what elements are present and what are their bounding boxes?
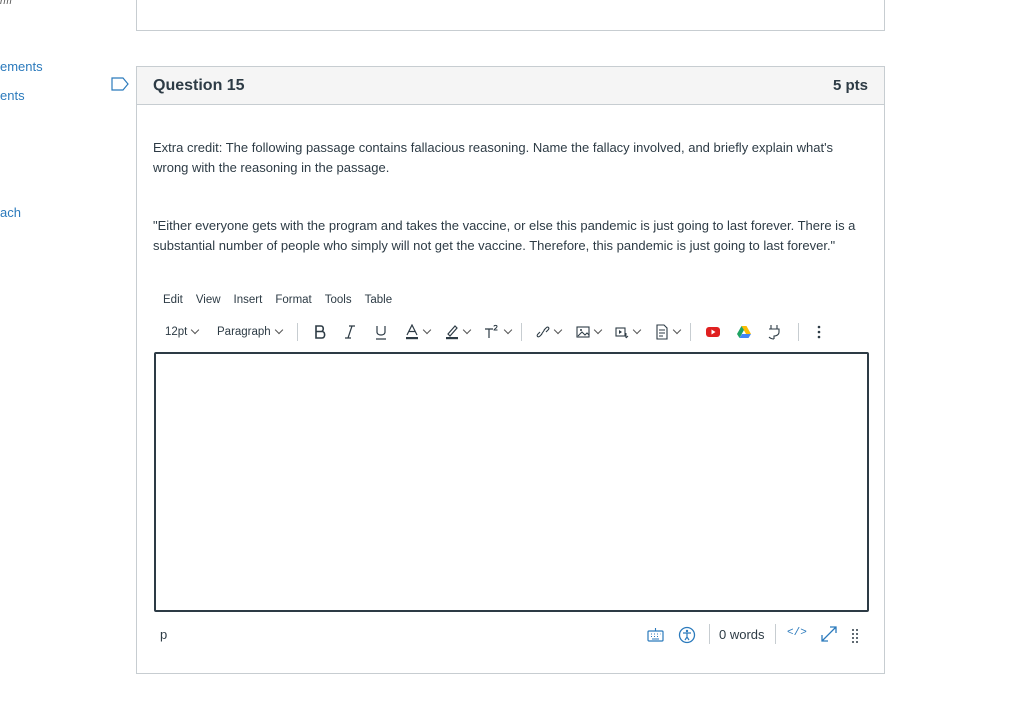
block-format-select[interactable]: Paragraph [217,321,283,343]
apps-plugin-button[interactable] [767,321,781,343]
word-count[interactable]: 0 words [719,627,765,642]
text-color-icon [406,324,418,340]
question-prompt-line: wrong with the reasoning in the passage. [153,160,390,175]
sidebar-link-announcements[interactable]: ements [0,59,43,74]
youtube-button[interactable] [705,321,721,343]
image-button[interactable] [576,321,603,343]
editor-statusbar: p 0 words </> [153,623,867,647]
question-passage-line: "Either everyone gets with the program a… [153,218,856,233]
superscript-button[interactable] [484,321,513,343]
highlight-color-button[interactable] [445,321,472,343]
sidebar-link-assignments[interactable]: ents [0,88,25,103]
menu-view[interactable]: View [196,294,221,306]
previous-question-box [136,0,885,31]
question-points: 5 pts [832,77,868,94]
toolbar-divider [798,323,799,341]
chevron-down-icon [672,325,682,335]
bold-button[interactable] [313,321,327,343]
editor-menubar: Edit View Insert Format Tools Table [163,294,392,306]
font-size-select[interactable]: 12pt [165,321,200,343]
question-title: Question 15 [153,77,245,94]
chevron-down-icon [503,325,513,335]
plug-icon [768,325,780,340]
fullscreen-icon[interactable] [820,625,838,643]
chevron-down-icon [274,325,283,335]
underline-button[interactable] [374,321,388,343]
chevron-down-icon [462,325,472,335]
document-button[interactable] [655,321,682,343]
resize-handle-icon[interactable] [851,627,859,643]
more-options-button[interactable] [816,321,822,343]
italic-button[interactable] [344,321,356,343]
html-editor-toggle[interactable]: </> [787,627,807,639]
menu-tools[interactable]: Tools [325,294,352,306]
statusbar-divider [709,624,710,644]
document-icon [656,324,668,340]
menu-format[interactable]: Format [275,294,311,306]
toolbar-divider [297,323,298,341]
element-path[interactable]: p [160,627,167,642]
question-card: Question 15 5 pts Extra credit: The foll… [136,66,885,674]
google-drive-button[interactable] [736,321,752,343]
text-color-button[interactable] [405,321,432,343]
link-icon [536,326,550,338]
more-vertical-icon [817,325,821,339]
media-icon [615,327,629,339]
bold-icon [315,325,326,339]
menu-table[interactable]: Table [365,294,393,306]
keyboard-shortcuts-icon[interactable] [647,627,664,643]
sidebar-link-outreach[interactable]: ach [0,205,21,220]
media-button[interactable] [615,321,642,343]
highlighter-icon [446,325,458,340]
menu-edit[interactable]: Edit [163,294,183,306]
block-format-value: Paragraph [217,326,271,338]
toolbar-divider [521,323,522,341]
flag-question-icon[interactable] [111,77,129,91]
editor-toolbar: 12pt Paragraph [153,321,867,343]
statusbar-divider [775,624,776,644]
superscript-icon [485,324,498,338]
underline-icon [376,326,386,340]
link-button[interactable] [536,321,563,343]
image-icon [576,326,590,338]
youtube-icon [706,327,720,337]
question-prompt-line: Extra credit: The following passage cont… [153,140,834,155]
italic-icon [345,325,355,339]
sidebar-top-fragment: rm [0,0,12,7]
chevron-down-icon [191,325,200,335]
accessibility-checker-icon[interactable] [678,626,696,644]
google-drive-icon [737,326,751,338]
question-passage-line: substantial number of people who simply … [153,238,836,253]
question-header: Question 15 5 pts [137,67,884,105]
rich-text-editor-area[interactable] [154,352,869,612]
chevron-down-icon [553,325,563,335]
font-size-value: 12pt [165,326,188,338]
toolbar-divider [690,323,691,341]
chevron-down-icon [593,325,603,335]
menu-insert[interactable]: Insert [234,294,263,306]
chevron-down-icon [422,325,432,335]
chevron-down-icon [632,325,642,335]
